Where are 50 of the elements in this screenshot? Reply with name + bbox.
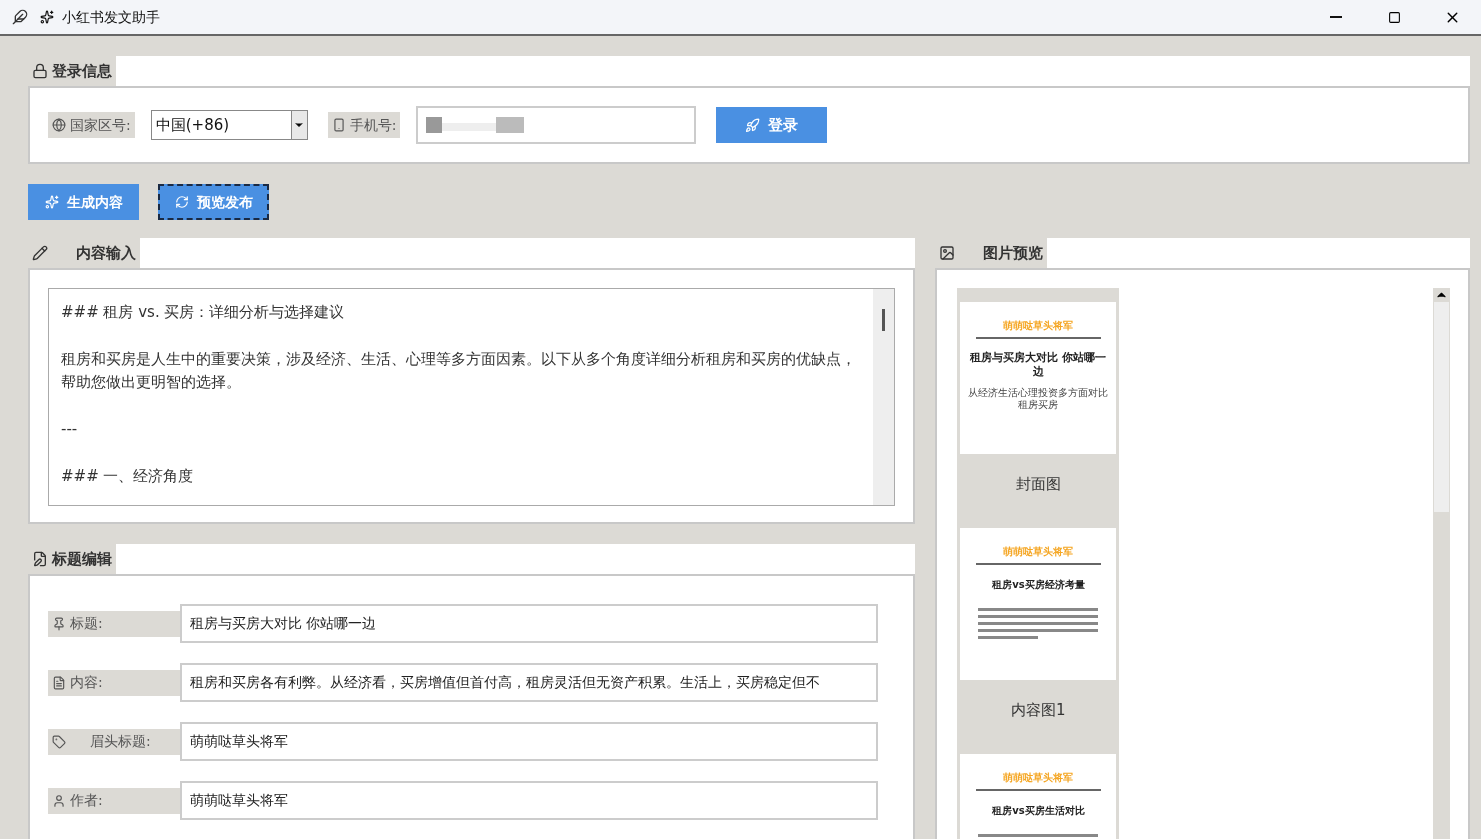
phone-field[interactable] [416,106,697,144]
section-heading: 内容输入 [75,242,136,264]
content-textarea[interactable]: ### 租房 vs. 买房：详细分析与选择建议 租房和买房是人生中的重要决策，涉及经济、生活、心理等多方面因素。以下从多个角度详细分析租房和买房的优缺点，帮助您做出更明智的选择。 --- ### 一、经济角度 [48,288,896,506]
label-icon [52,734,66,749]
country-dropdown[interactable]: 中国(+86) [150,110,308,140]
field-label: 国家区号: [48,112,135,138]
refresh-icon [174,195,189,209]
image-title: 租房与买房大对比 你站哪一边 [969,351,1108,379]
label-icon [52,675,66,690]
image-title: 租房vs买房生活对比 [992,804,1085,818]
label-icon [331,118,346,132]
section-heading: 标题编辑 [52,548,112,570]
brand-text: 萌萌哒草头将军 [1003,319,1074,333]
minimize-icon [1330,16,1342,18]
maximize-icon [1387,10,1401,24]
scrollbar[interactable] [873,289,895,505]
field-label: 作者: [48,787,180,814]
image-caption: 内容图1 [1011,699,1066,721]
content-paragraph: ### 租房 vs. 买房：详细分析与选择建议 [61,302,346,323]
label-icon [52,118,66,132]
text-field[interactable]: 租房和买房各有利弊。从经济看，买房增值但首付高，租房灵活但无资产积累。生活上，买房稳定但不 [180,663,878,702]
label-icon [52,616,66,631]
window-title: 小红书发文助手 [62,7,160,27]
label-icon [52,793,66,808]
content-paragraph: ### 一、经济角度 [61,466,195,487]
image-subtitle: 从经济生活心理投资多方面对比租房买房 [968,386,1109,412]
section-heading: 图片预览 [982,242,1044,264]
content-paragraph: --- [61,419,79,440]
text-field[interactable]: 萌萌哒草头将军 [180,722,878,761]
image-caption: 封面图 [1015,473,1061,495]
text-field[interactable]: 萌萌哒草头将军 [180,781,878,820]
content-paragraph: 租房和买房是人生中的重要决策，涉及经济、生活、心理等多方面因素。以下从多个角度详细分析租房和买房的优缺点，帮助您做出更明智的选择。 [61,349,857,393]
rocket-icon [745,117,761,133]
section-icon [32,551,48,567]
feather-icon [12,9,28,25]
scrollbar[interactable] [1433,288,1450,839]
field-label: 手机号: [327,112,401,138]
image-title: 租房vs买房经济考量 [992,578,1085,592]
field-label: 眉头标题: [48,728,180,755]
sparkles-icon [40,10,54,24]
section-icon [939,245,956,261]
text-field[interactable]: 租房与买房大对比 你站哪一边 [180,604,878,643]
section-icon [32,245,48,261]
field-label: 标题: [48,610,180,637]
section-heading: 登录信息 [52,60,112,82]
field-label: 内容: [48,669,180,696]
brand-text: 萌萌哒草头将军 [1003,771,1074,785]
brand-text: 萌萌哒草头将军 [1003,545,1074,559]
section-icon [32,63,48,79]
sparkles-icon [44,195,59,209]
